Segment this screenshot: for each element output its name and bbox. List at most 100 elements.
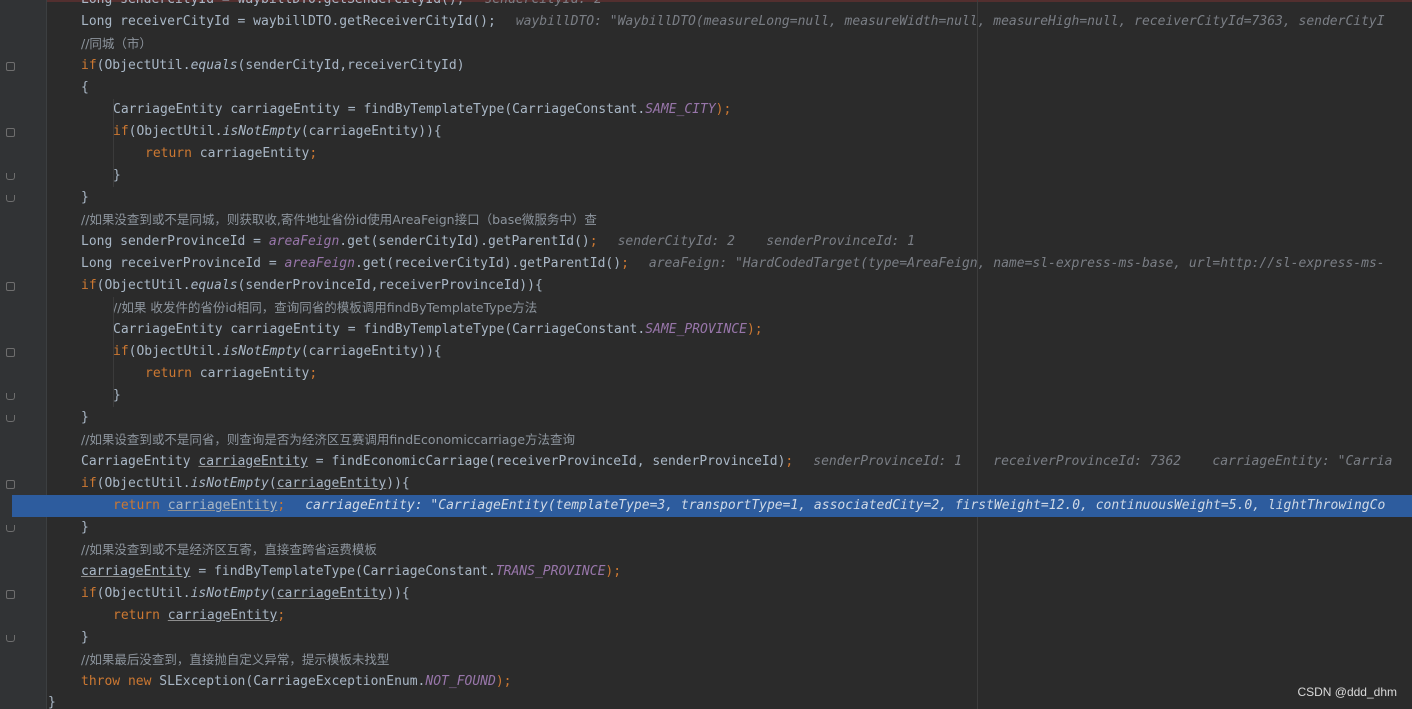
fold-end-icon[interactable]	[6, 195, 15, 202]
fold-start-icon[interactable]	[6, 282, 15, 291]
fold-end-icon[interactable]	[6, 393, 15, 400]
code-token: .get(receiverCityId).getParentId()	[354, 256, 622, 271]
code-token: if	[113, 344, 129, 359]
code-line[interactable]: return carriageEntity;	[48, 363, 1412, 385]
code-line[interactable]: Long receiverProvinceId = areaFeign.get(…	[48, 253, 1412, 275]
code-line[interactable]: //如果 收发件的省份id相同，查询同省的模板调用findByTemplateT…	[48, 297, 1412, 319]
code-token: (carriageEntity)){	[300, 124, 442, 139]
code-token: isNotEmpty	[222, 344, 301, 359]
code-token: );	[605, 564, 622, 579]
fold-end-icon[interactable]	[6, 525, 15, 532]
code-line[interactable]: }	[48, 385, 1412, 407]
code-line[interactable]: if(ObjectUtil.isNotEmpty(carriageEntity)…	[48, 473, 1412, 495]
code-token: (ObjectUtil.	[96, 586, 191, 601]
line-gutter[interactable]	[0, 0, 47, 709]
code-token: );	[495, 674, 512, 689]
code-token: (carriageEntity)){	[300, 344, 442, 359]
code-token: if	[81, 476, 97, 491]
code-line[interactable]: if(ObjectUtil.equals(senderCityId,receiv…	[48, 55, 1412, 77]
code-line[interactable]: throw new SLException(CarriageExceptionE…	[48, 671, 1412, 693]
fold-start-icon[interactable]	[6, 590, 15, 599]
code-line[interactable]: }	[48, 165, 1412, 187]
code-editor[interactable]: Long senderCityId = waybillDTO.getSender…	[0, 0, 1412, 709]
code-line[interactable]: carriageEntity = findByTemplateType(Carr…	[48, 561, 1412, 583]
code-token: //如果最后没查到，直接抛自定义异常，提示模板未找型	[81, 652, 390, 667]
fold-markers	[0, 0, 24, 709]
code-line[interactable]: }	[48, 407, 1412, 429]
code-token: areaFeign	[284, 256, 355, 271]
closing-brace: }	[48, 695, 56, 709]
debug-inline-value: carriageEntity: "CarriageEntity(template…	[305, 498, 1386, 513]
fold-end-icon[interactable]	[6, 635, 15, 642]
code-line[interactable]: //如果没查到或不是同城，则获取收,寄件地址省份id使用AreaFeign接口（…	[48, 209, 1412, 231]
code-token: carriageEntity	[191, 366, 310, 381]
code-token: }	[81, 630, 89, 645]
code-token: )){	[386, 476, 410, 491]
code-token: )){	[386, 586, 410, 601]
code-line[interactable]: }	[48, 517, 1412, 539]
code-line[interactable]: return carriageEntity;	[48, 143, 1412, 165]
code-token: (ObjectUtil.	[96, 476, 191, 491]
code-token: (	[268, 586, 277, 601]
code-token: CarriageEntity	[81, 454, 199, 469]
debug-inline-value: waybillDTO: "WaybillDTO(measureLong=null…	[515, 14, 1385, 29]
code-token: isNotEmpty	[190, 476, 269, 491]
code-token: (ObjectUtil.	[128, 344, 223, 359]
code-line[interactable]: Long receiverCityId = waybillDTO.getRece…	[48, 11, 1412, 33]
current-execution-line[interactable]: return carriageEntity; carriageEntity: "C…	[12, 495, 1412, 517]
code-token: isNotEmpty	[222, 124, 301, 139]
code-line[interactable]: if(ObjectUtil.isNotEmpty(carriageEntity)…	[48, 341, 1412, 363]
code-token: }	[113, 388, 121, 403]
code-token: carriageEntity	[276, 476, 387, 491]
code-token: throw new	[81, 674, 152, 689]
code-line[interactable]: CarriageEntity carriageEntity = findByTe…	[48, 319, 1412, 341]
code-line[interactable]: if(ObjectUtil.isNotEmpty(carriageEntity)…	[48, 121, 1412, 143]
code-line[interactable]: CarriageEntity carriageEntity = findEcon…	[48, 451, 1412, 473]
code-token: CarriageEntity carriageEntity = findByTe…	[113, 102, 646, 117]
code-token: //如果 收发件的省份id相同，查询同省的模板调用findByTemplateT…	[113, 300, 538, 315]
code-token: SAME_PROVINCE	[645, 322, 747, 337]
code-token: Long senderProvinceId =	[81, 234, 269, 249]
fold-start-icon[interactable]	[6, 62, 15, 71]
code-line[interactable]: Long senderCityId = waybillDTO.getSender…	[48, 0, 1412, 11]
code-token: }	[81, 190, 89, 205]
fold-start-icon[interactable]	[6, 480, 15, 489]
code-token: return	[113, 498, 160, 513]
code-token: if	[81, 58, 97, 73]
code-token: //如果没查到或不是经济区互寄，直接查跨省运费模板	[81, 542, 377, 557]
code-token: if	[81, 586, 97, 601]
code-line[interactable]: //如果没查到或不是经济区互寄，直接查跨省运费模板	[48, 539, 1412, 561]
gutter-divider	[46, 0, 47, 709]
code-line[interactable]: //同城（市）	[48, 33, 1412, 55]
code-token: //如果设查到或不是同省，则查询是否为经济区互赛调用findEconomicca…	[81, 432, 576, 447]
code-line[interactable]: //如果最后没查到，直接抛自定义异常，提示模板未找型	[48, 649, 1412, 671]
code-token: carriageEntity	[198, 454, 308, 469]
csdn-watermark: CSDN @ddd_dhm	[1297, 685, 1397, 699]
fold-start-icon[interactable]	[6, 128, 15, 137]
indent-guide	[113, 99, 114, 187]
debug-inline-value: areaFeign: "HardCodedTarget(type=AreaFei…	[648, 256, 1385, 271]
code-token: }	[81, 410, 89, 425]
code-token: (	[268, 476, 277, 491]
code-token: isNotEmpty	[190, 586, 269, 601]
code-line[interactable]: }	[48, 187, 1412, 209]
code-line[interactable]: Long senderProvinceId = areaFeign.get(se…	[48, 231, 1412, 253]
code-line[interactable]: CarriageEntity carriageEntity = findByTe…	[48, 99, 1412, 121]
code-token: return	[113, 608, 160, 623]
code-line[interactable]: if(ObjectUtil.isNotEmpty(carriageEntity)…	[48, 583, 1412, 605]
code-token: if	[113, 124, 129, 139]
code-line[interactable]: {	[48, 77, 1412, 99]
code-token: CarriageEntity carriageEntity = findByTe…	[113, 322, 646, 337]
code-line[interactable]: if(ObjectUtil.equals(senderProvinceId,re…	[48, 275, 1412, 297]
fold-start-icon[interactable]	[6, 348, 15, 357]
fold-end-icon[interactable]	[6, 173, 15, 180]
code-line[interactable]: //如果设查到或不是同省，则查询是否为经济区互赛调用findEconomicca…	[48, 429, 1412, 451]
code-token: = findByTemplateType(CarriageConstant.	[190, 564, 496, 579]
fold-end-icon[interactable]	[6, 415, 15, 422]
code-line[interactable]: return carriageEntity;	[48, 605, 1412, 627]
code-token: carriageEntity	[167, 608, 278, 623]
code-token: ;	[309, 146, 318, 161]
code-line[interactable]: }	[48, 627, 1412, 649]
